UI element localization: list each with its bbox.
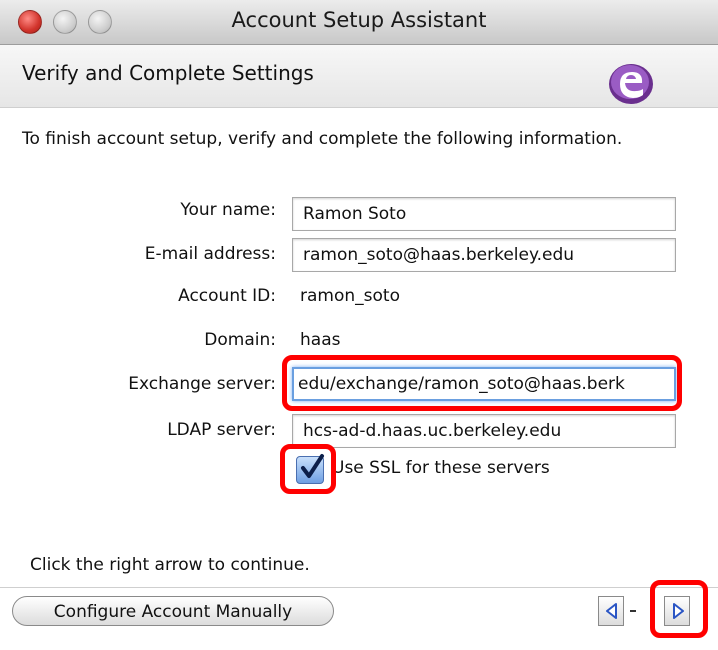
- previous-button[interactable]: [598, 596, 624, 626]
- ldap-server-label: LDAP server:: [167, 420, 276, 440]
- page-title: Verify and Complete Settings: [22, 61, 314, 85]
- exchange-server-field[interactable]: edu/exchange/ramon_soto@haas.berk: [292, 367, 676, 401]
- name-field[interactable]: Ramon Soto: [292, 197, 676, 231]
- domain-value: haas: [300, 330, 341, 350]
- title-bar: Account Setup Assistant: [0, 0, 718, 45]
- intro-text: To finish account setup, verify and comp…: [22, 129, 623, 149]
- email-label: E-mail address:: [144, 244, 276, 264]
- continue-hint: Click the right arrow to continue.: [30, 555, 310, 575]
- configure-manually-button[interactable]: Configure Account Manually: [12, 596, 334, 626]
- ssl-checkbox[interactable]: [296, 454, 324, 484]
- email-field[interactable]: ramon_soto@haas.berkeley.edu: [292, 238, 676, 272]
- right-arrow-icon: [673, 603, 684, 619]
- entourage-logo-icon: [609, 64, 653, 104]
- window-title: Account Setup Assistant: [231, 8, 487, 32]
- exchange-server-label: Exchange server:: [128, 374, 276, 394]
- nav-separator: [630, 610, 636, 612]
- account-id-label: Account ID:: [178, 286, 276, 306]
- footer-divider: [0, 587, 718, 588]
- ldap-server-field[interactable]: hcs-ad-d.haas.uc.berkeley.edu: [292, 414, 676, 448]
- next-button[interactable]: [664, 596, 690, 626]
- name-label: Your name:: [180, 200, 276, 220]
- ssl-checkbox-label[interactable]: Use SSL for these servers: [332, 458, 550, 478]
- checkmark-icon: [301, 454, 324, 478]
- left-arrow-icon: [606, 603, 617, 619]
- account-id-value: ramon_soto: [300, 286, 400, 306]
- domain-label: Domain:: [204, 330, 276, 350]
